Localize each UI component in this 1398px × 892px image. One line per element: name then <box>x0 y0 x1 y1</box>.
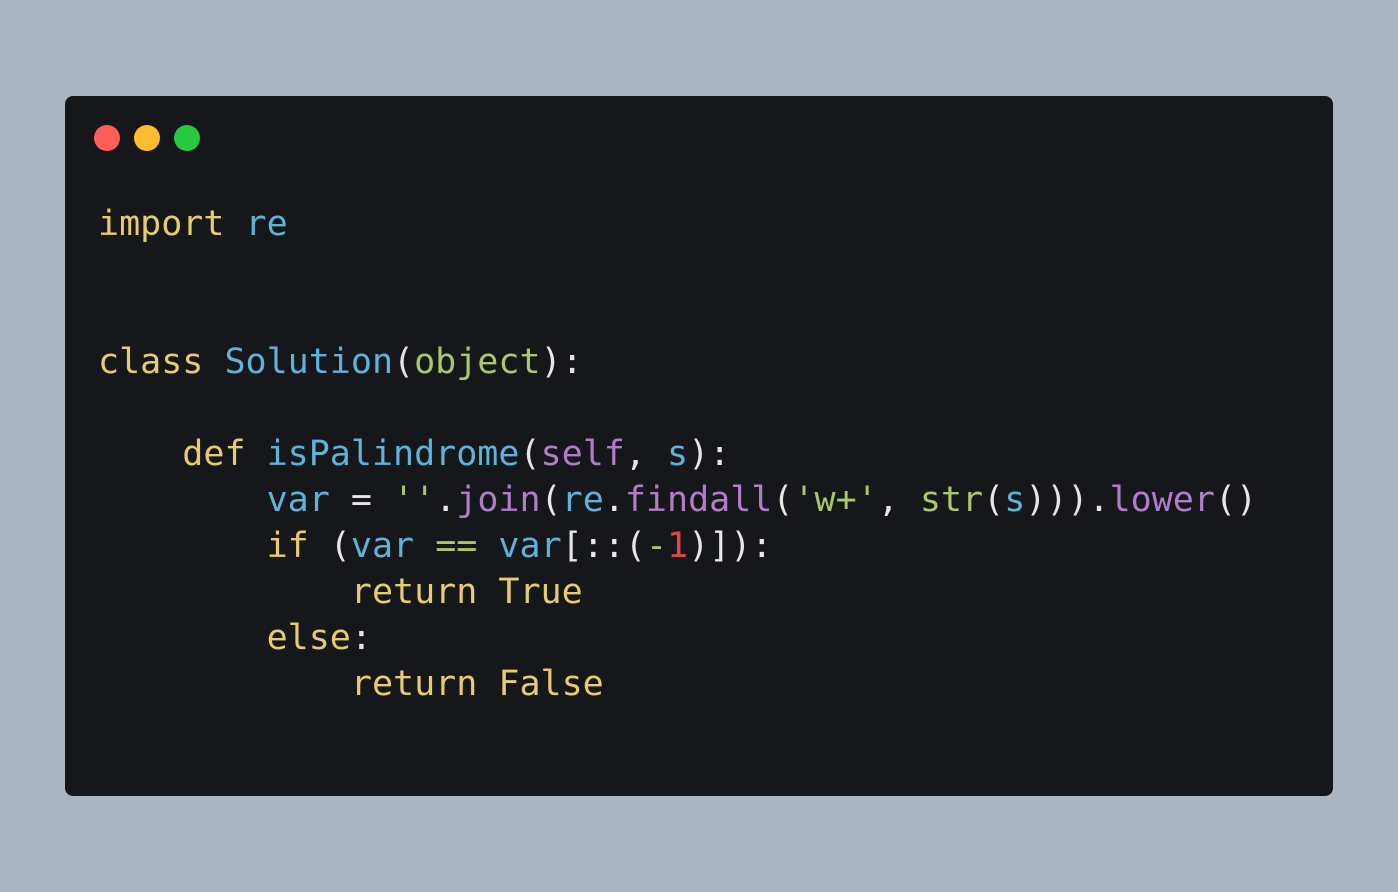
code-line: def isPalindrome(self, s): <box>98 432 730 476</box>
code-token: if <box>266 526 309 566</box>
code-token: Solution <box>224 342 394 382</box>
code-token: '' <box>393 480 436 520</box>
code-token: object <box>414 342 541 382</box>
code-token: ( <box>393 342 415 382</box>
code-token: ( <box>308 526 351 566</box>
code-token: ( <box>540 480 562 520</box>
code-line: if (var == var[::(-1)]): <box>98 524 773 568</box>
code-token: , <box>624 434 667 474</box>
code-token: True <box>498 572 583 612</box>
code-token: lower <box>1109 480 1215 520</box>
code-token: ( <box>983 480 1005 520</box>
code-token: == <box>435 526 478 566</box>
code-token: str <box>919 480 984 520</box>
code-token: [::( <box>561 526 646 566</box>
code-token: re <box>561 480 604 520</box>
code-token: : <box>350 618 372 658</box>
code-token: . <box>603 480 625 520</box>
code-token: class <box>98 342 204 382</box>
code-token: ( <box>519 434 541 474</box>
code-line: else: <box>98 616 372 660</box>
code-token: import <box>98 204 225 244</box>
code-window: import re class Solution(object): def isP… <box>65 96 1333 796</box>
code-token: else <box>266 618 351 658</box>
code-token: return <box>350 664 478 704</box>
code-token: s <box>667 434 689 474</box>
code-token: var <box>498 526 562 566</box>
code-token: var <box>266 480 330 520</box>
code-token: var <box>350 526 415 566</box>
code-line: return True <box>98 570 583 614</box>
code-token: findall <box>624 480 773 520</box>
code-token: ( <box>772 480 794 520</box>
code-token: False <box>498 664 604 704</box>
code-token: isPalindrome <box>266 434 520 474</box>
code-token: return <box>350 572 478 612</box>
code-token: def <box>182 434 246 474</box>
code-token: 1 <box>667 526 689 566</box>
code-token: 'w+' <box>793 480 878 520</box>
code-token: () <box>1214 480 1258 520</box>
code-token: = <box>329 480 394 520</box>
code-token: s <box>1004 480 1026 520</box>
code-token: - <box>645 526 668 566</box>
close-dot-icon[interactable] <box>94 125 120 151</box>
code-line: var = ''.join(re.findall('w+', str(s))).… <box>98 478 1258 522</box>
code-token: )]): <box>688 526 773 566</box>
code-token: . <box>435 480 457 520</box>
code-token: self <box>540 434 625 474</box>
code-token: re <box>245 204 288 244</box>
code-token: ))). <box>1025 480 1110 520</box>
code-token: ): <box>540 342 583 382</box>
code-line: return False <box>98 662 604 706</box>
code-token: ): <box>688 434 731 474</box>
code-token: join <box>456 480 541 520</box>
maximize-dot-icon[interactable] <box>174 125 200 151</box>
minimize-dot-icon[interactable] <box>134 125 160 151</box>
code-token: , <box>877 480 920 520</box>
code-line: class Solution(object): <box>98 340 583 384</box>
code-line: import re <box>98 202 288 246</box>
